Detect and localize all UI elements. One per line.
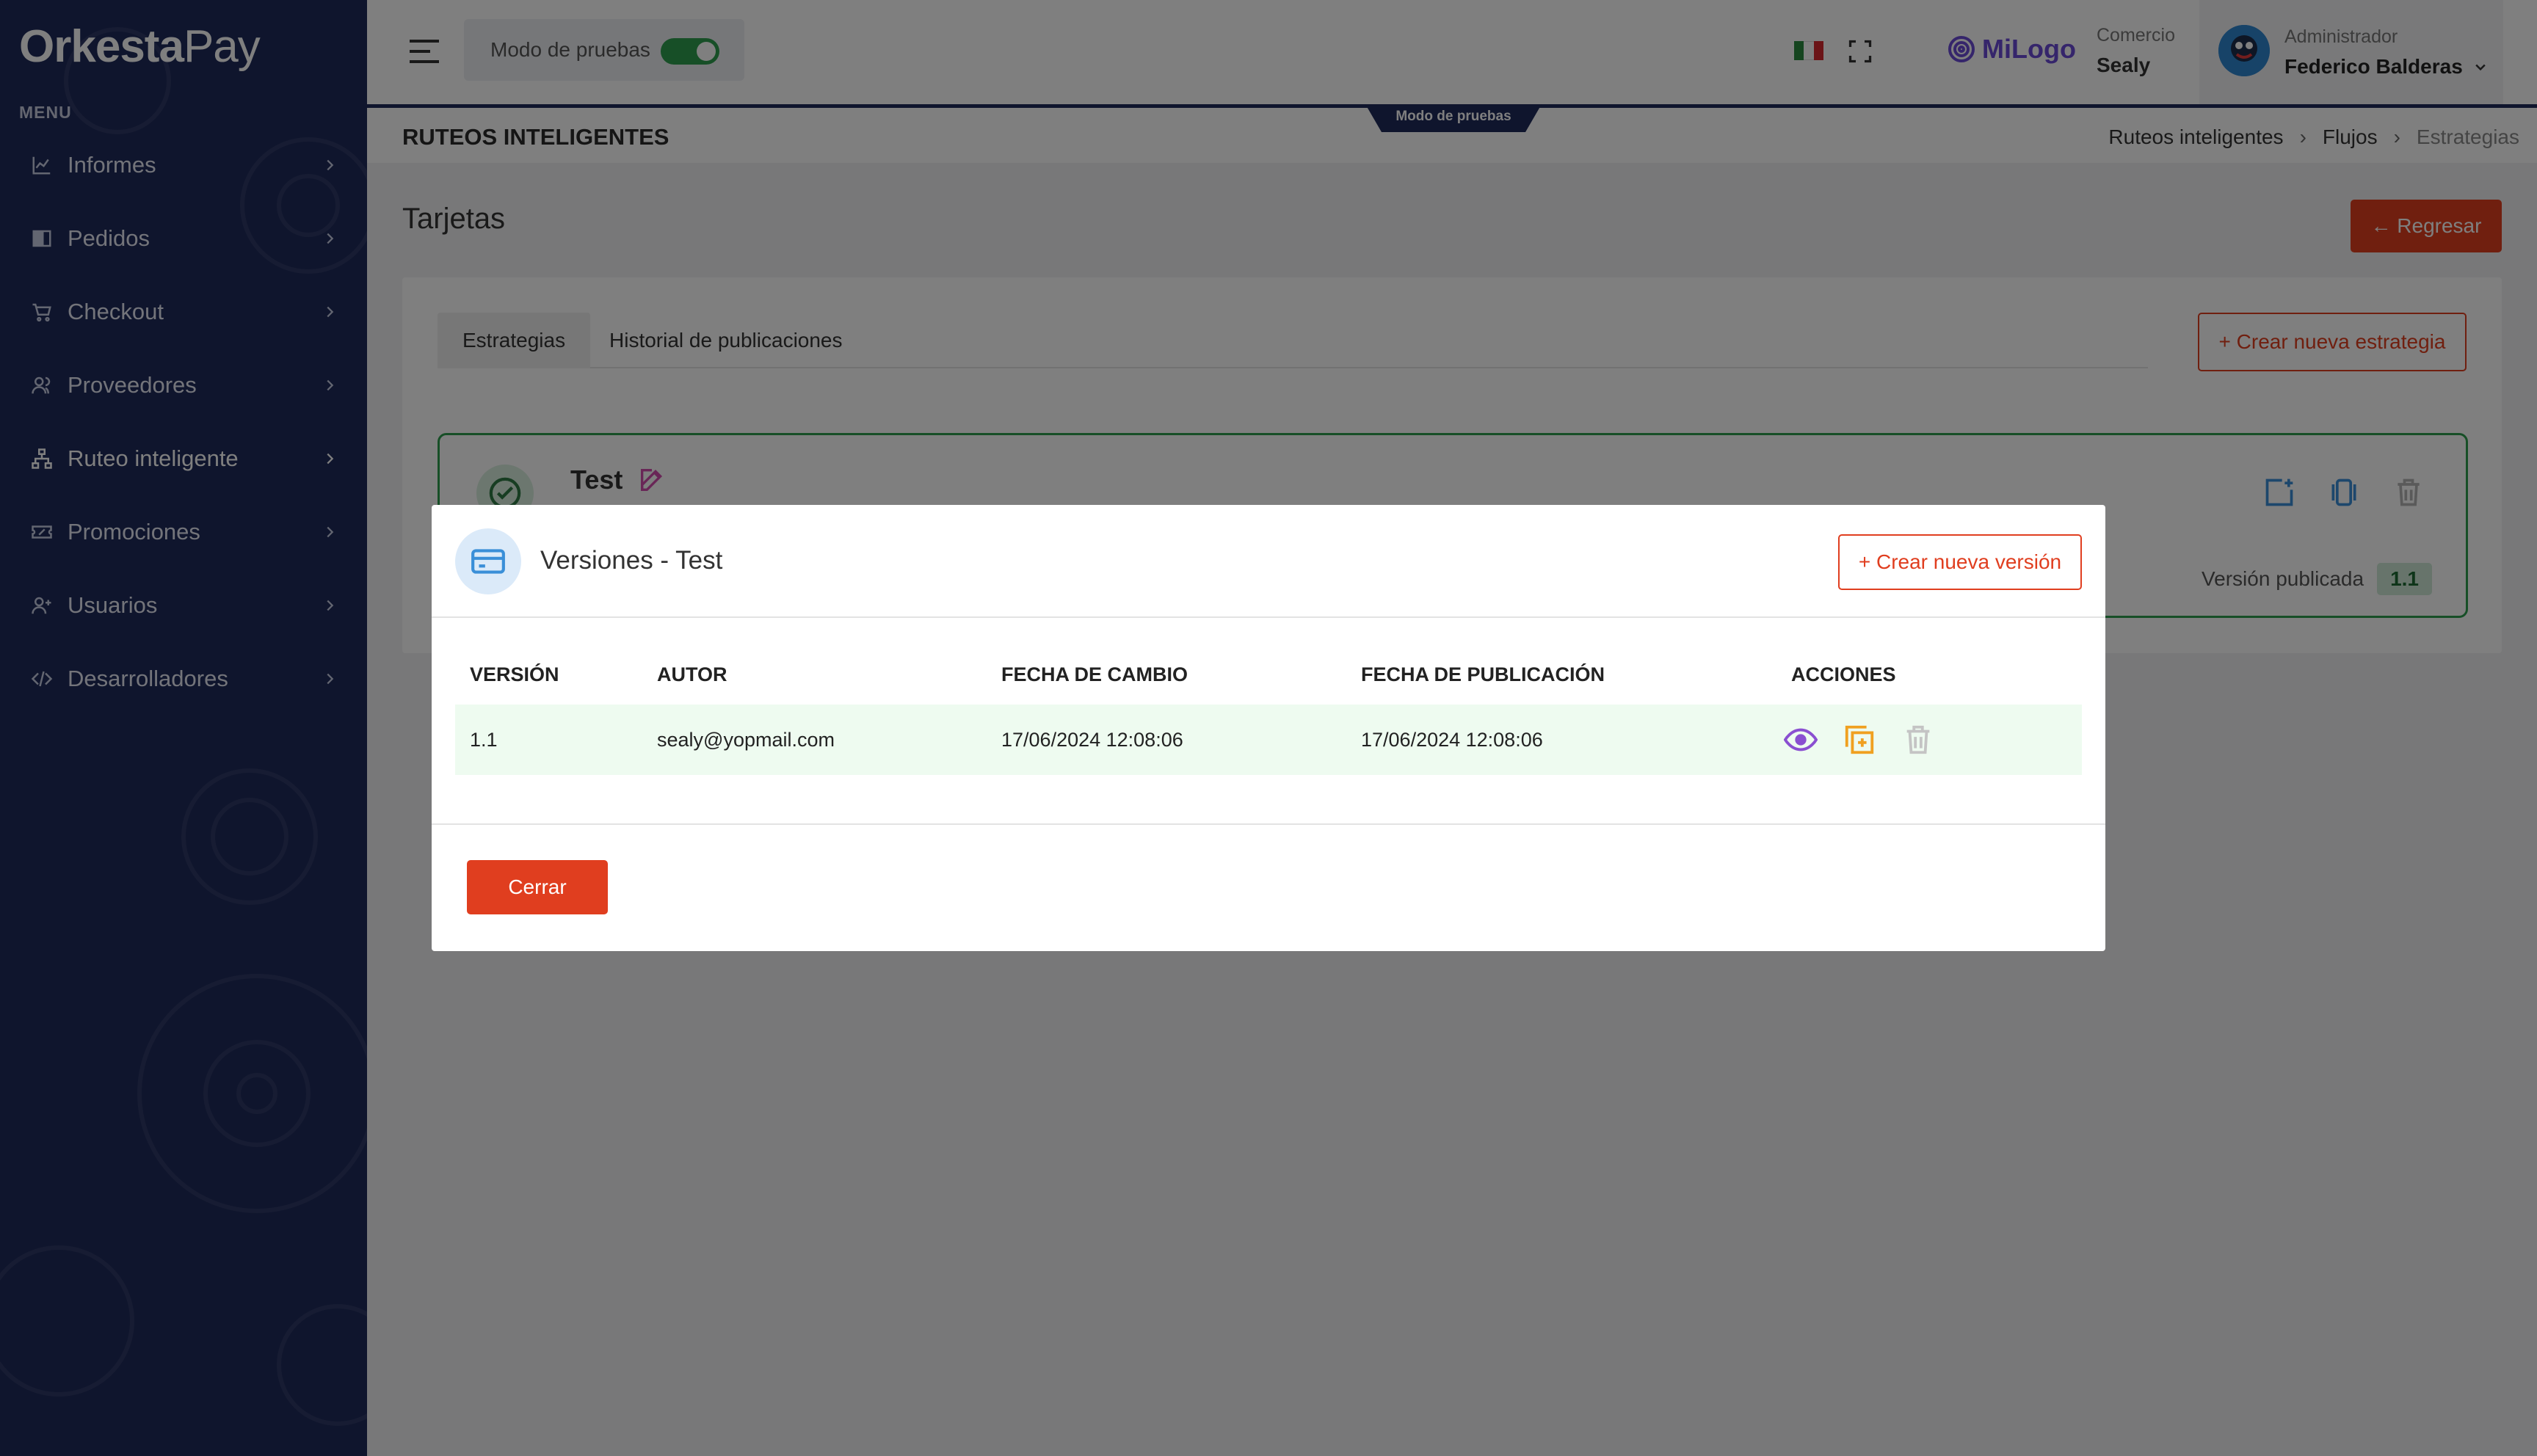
- row-actions: [1784, 705, 1935, 775]
- cell-published: 17/06/2024 12:08:06: [1361, 728, 1543, 751]
- modal-title: Versiones - Test: [540, 546, 723, 575]
- trash-icon[interactable]: [1901, 723, 1935, 757]
- column-header-actions: ACCIONES: [1791, 663, 1896, 685]
- modal-header: Versiones - Test + Crear nueva versión: [432, 505, 2105, 618]
- modal-footer-divider: [432, 823, 2105, 825]
- credit-card-icon: [455, 528, 521, 594]
- column-header-published: FECHA DE PUBLICACIÓN: [1361, 663, 1605, 685]
- create-version-button[interactable]: + Crear nueva versión: [1838, 534, 2082, 590]
- eye-icon[interactable]: [1784, 723, 1818, 757]
- close-button[interactable]: Cerrar: [467, 860, 608, 914]
- column-header-author: AUTOR: [657, 663, 727, 685]
- column-header-version: VERSIÓN: [470, 663, 559, 685]
- table-row: 1.1 sealy@yopmail.com 17/06/2024 12:08:0…: [455, 705, 2082, 775]
- versions-table: VERSIÓN AUTOR FECHA DE CAMBIO FECHA DE P…: [455, 644, 2082, 775]
- table-header: VERSIÓN AUTOR FECHA DE CAMBIO FECHA DE P…: [455, 644, 2082, 705]
- column-header-changed: FECHA DE CAMBIO: [1001, 663, 1188, 685]
- duplicate-icon[interactable]: [1843, 723, 1876, 757]
- cell-author: sealy@yopmail.com: [657, 728, 835, 751]
- cell-version: 1.1: [470, 728, 498, 751]
- versions-modal: Versiones - Test + Crear nueva versión V…: [432, 505, 2105, 951]
- cell-changed: 17/06/2024 12:08:06: [1001, 728, 1183, 751]
